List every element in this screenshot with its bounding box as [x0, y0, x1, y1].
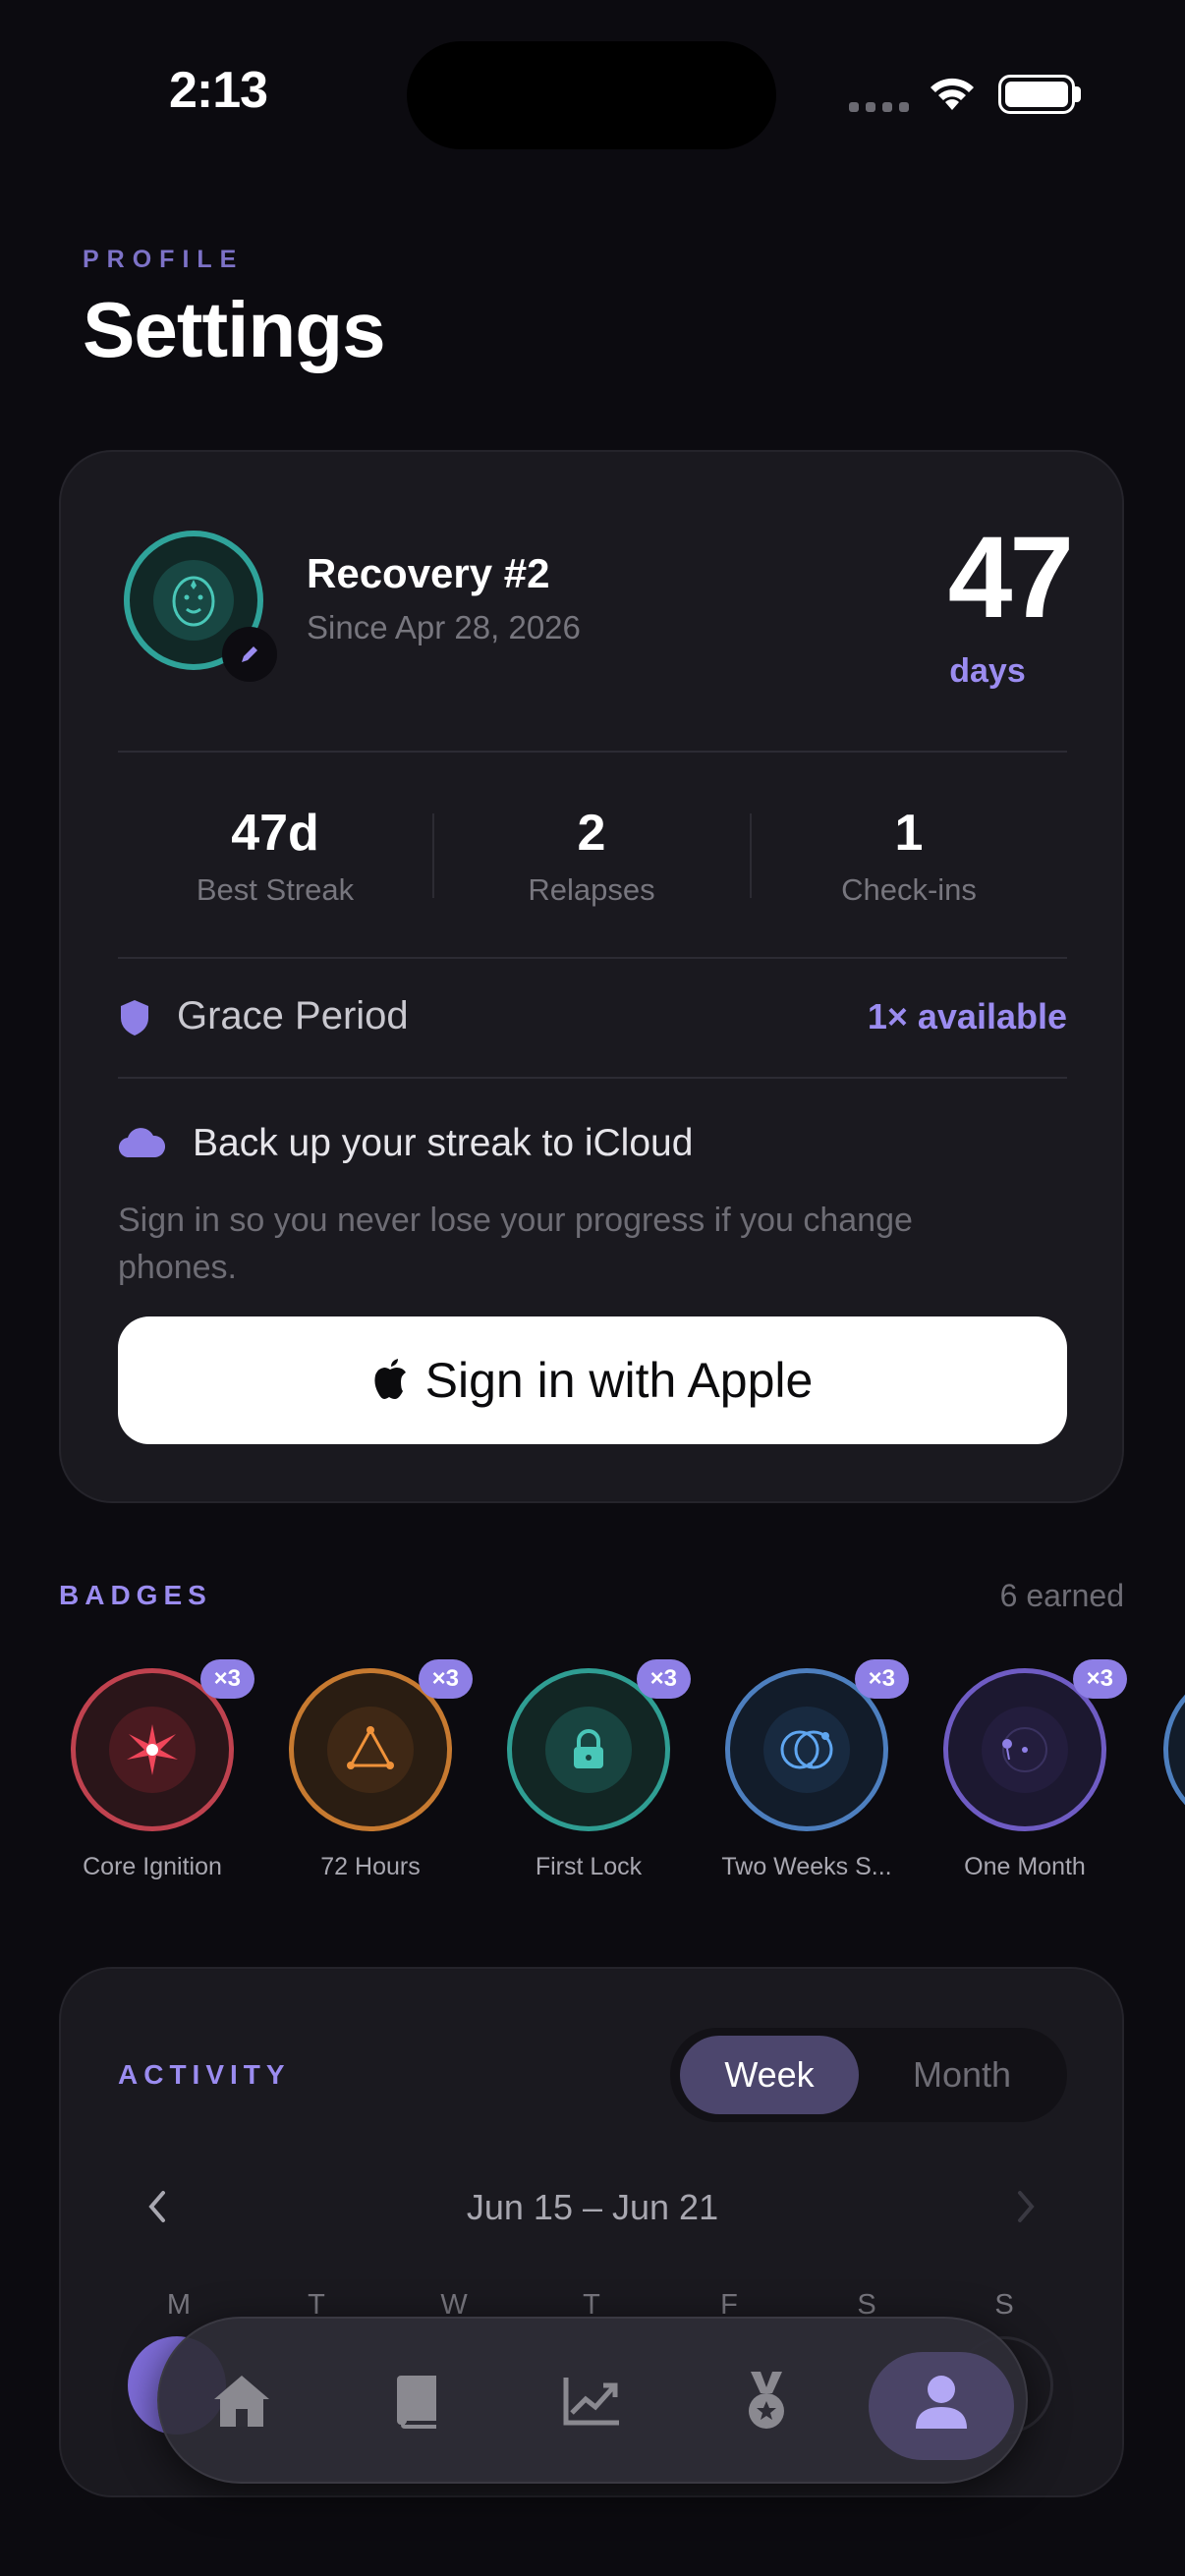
badges-earned-count: 6 earned	[999, 1578, 1124, 1613]
divider	[118, 1077, 1067, 1079]
badge-multiplier: ×3	[199, 1659, 254, 1699]
dynamic-island	[407, 41, 776, 149]
person-icon	[916, 2376, 967, 2429]
badge-partial[interactable]	[1163, 1668, 1185, 1831]
starburst-icon	[109, 1707, 196, 1793]
activity-title: ACTIVITY	[118, 2059, 291, 2090]
profile-name: Recovery #2	[307, 550, 550, 596]
chevron-left-icon[interactable]	[143, 2187, 171, 2226]
badge-ring: ×3	[289, 1659, 473, 1831]
book-icon	[397, 2376, 436, 2429]
tab-journal[interactable]	[367, 2352, 466, 2450]
battery-icon	[998, 75, 1075, 114]
badge-ring: ×3	[725, 1659, 909, 1831]
battery-cap	[1075, 86, 1081, 102]
badge-one-month[interactable]: ×3 One Month	[916, 1659, 1134, 1881]
status-time: 2:13	[169, 62, 268, 119]
triangle-icon	[327, 1707, 414, 1793]
grace-period-label: Grace Period	[177, 994, 409, 1037]
stat-value: 47d	[231, 805, 319, 862]
apple-logo-icon	[374, 1359, 406, 1399]
tab-home[interactable]	[193, 2352, 291, 2450]
backup-description: Sign in so you never lose your progress …	[118, 1202, 913, 1286]
medal-icon	[749, 2372, 784, 2429]
home-icon	[214, 2376, 269, 2427]
tab-week[interactable]: Week	[680, 2036, 859, 2114]
streak-days-label: days	[949, 652, 1026, 690]
stat-label: Relapses	[528, 872, 655, 907]
tab-month[interactable]: Month	[869, 2036, 1055, 2114]
wifi-icon	[931, 78, 974, 110]
divider	[118, 957, 1067, 959]
stat-value: 2	[577, 805, 606, 862]
badge-ring: ×3	[943, 1659, 1127, 1831]
page-title: Settings	[83, 286, 386, 373]
badges-title: BADGES	[59, 1580, 212, 1610]
stat-best-streak: 47d Best Streak	[118, 804, 432, 908]
badge-multiplier: ×3	[1072, 1659, 1127, 1699]
tab-profile[interactable]	[892, 2352, 990, 2450]
page-eyebrow: PROFILE	[83, 246, 245, 273]
badge-72-hours[interactable]: ×3 72 Hours	[261, 1659, 480, 1881]
badge-name: 72 Hours	[320, 1853, 421, 1880]
shield-icon	[121, 1000, 148, 1036]
badge-first-lock[interactable]: ×3 First Lock	[480, 1659, 698, 1881]
stat-label: Best Streak	[196, 872, 355, 907]
grace-period-value[interactable]: 1× available	[806, 996, 1067, 1037]
badge-multiplier: ×3	[854, 1659, 909, 1699]
badge-multiplier: ×3	[636, 1659, 691, 1699]
badge-name: Two Weeks S...	[721, 1853, 892, 1880]
backup-title: Back up your streak to iCloud	[193, 1122, 694, 1164]
badge-ring	[1163, 1668, 1185, 1831]
pencil-icon	[242, 646, 257, 662]
orbit-icon	[763, 1707, 850, 1793]
tab-achievements[interactable]	[717, 2352, 816, 2450]
lock-icon	[545, 1707, 632, 1793]
badge-name: First Lock	[535, 1853, 643, 1880]
badge-multiplier: ×3	[418, 1659, 473, 1699]
badge-two-weeks[interactable]: ×3 Two Weeks S...	[698, 1659, 916, 1881]
stat-check-ins: 1 Check-ins	[752, 804, 1066, 908]
badge-name: One Month	[964, 1853, 1086, 1880]
divider	[118, 751, 1067, 753]
weekday-label: S	[994, 2289, 1014, 2321]
stat-label: Check-ins	[841, 872, 977, 907]
chevron-right-icon[interactable]	[1012, 2187, 1040, 2226]
badge-core-ignition[interactable]: ×3 Core Ignition	[43, 1659, 261, 1881]
tab-progress[interactable]	[542, 2352, 641, 2450]
badge-ring: ×3	[71, 1659, 254, 1831]
badge-ring: ×3	[507, 1659, 691, 1831]
moon-orbit-icon	[982, 1707, 1068, 1793]
profile-since: Since Apr 28, 2026	[307, 609, 581, 645]
date-range: Jun 15 – Jun 21	[466, 2187, 719, 2227]
streak-days-count: 47	[947, 513, 1074, 643]
stat-relapses: 2 Relapses	[434, 804, 749, 908]
weekday-label: M	[166, 2289, 192, 2321]
cloud-icon	[119, 1128, 165, 1158]
avatar-face-icon	[153, 560, 234, 641]
sign-in-label: Sign in with Apple	[424, 1353, 814, 1408]
cellular-signal-icon	[849, 102, 909, 112]
stat-value: 1	[894, 805, 924, 862]
badge-name: Core Ignition	[83, 1853, 222, 1880]
edit-avatar-button[interactable]	[222, 627, 277, 682]
sign-in-with-apple-button[interactable]: Sign in with Apple	[118, 1316, 1067, 1444]
chart-icon	[563, 2378, 619, 2426]
